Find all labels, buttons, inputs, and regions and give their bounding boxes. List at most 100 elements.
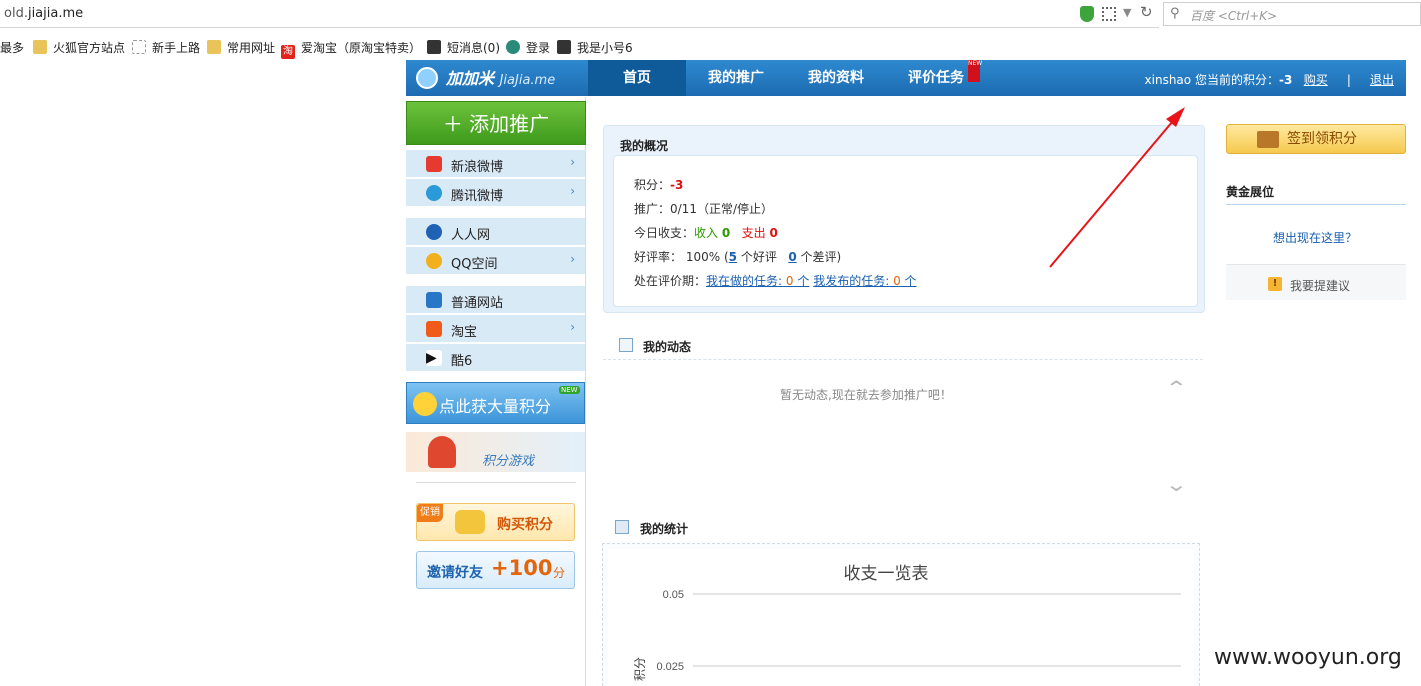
invite-bonus: +100	[491, 556, 553, 580]
shield-icon[interactable]	[1080, 6, 1094, 22]
scroll-up-icon[interactable]: ⌃	[1165, 376, 1188, 400]
bookmarks-bar: 最多 火狐官方站点 新手上路 常用网址 淘爱淘宝（原淘宝特卖） 短消息(0) 登…	[0, 34, 1421, 60]
overview-title: 我的概况	[620, 139, 669, 153]
globe-icon	[506, 40, 520, 54]
income-value: 0	[721, 226, 731, 240]
nav-review-tasks[interactable]: 评价任务	[896, 60, 976, 96]
bookmark-firefox-official[interactable]: 火狐官方站点	[33, 39, 125, 56]
annotation-arrow	[1049, 107, 1185, 268]
want-here-link[interactable]: 想出现在这里？	[1273, 229, 1357, 246]
published-tasks-link[interactable]: 我发布的任务: 0 个	[813, 274, 916, 288]
points-game-label: 积分游戏	[482, 454, 535, 469]
sign-in-points-button[interactable]: 签到领积分	[1226, 124, 1406, 154]
dropdown-icon[interactable]: ▼	[1123, 6, 1131, 19]
invite-friends-button[interactable]: 邀请好友 +100 分	[416, 551, 575, 589]
sign-in-label: 签到领积分	[1287, 131, 1357, 147]
chart-y-tick-label: 0.05	[663, 589, 684, 601]
doing-tasks-link[interactable]: 我在做的任务: 0 个	[706, 274, 809, 288]
logout-link[interactable]: 退出	[1370, 73, 1394, 87]
nav-my-profile[interactable]: 我的资料	[796, 60, 876, 96]
income-label: 收入	[694, 226, 719, 240]
search-input[interactable]: ⚲ 百度 <Ctrl+K>	[1163, 2, 1421, 26]
review-label: 处在评价期：	[634, 274, 707, 288]
points-value: -3	[1278, 73, 1293, 87]
search-placeholder: 百度 <Ctrl+K>	[1190, 9, 1278, 23]
divider	[603, 359, 1203, 360]
website-icon	[426, 292, 442, 308]
buy-points-button[interactable]: 促销 购买积分	[416, 503, 575, 541]
tencent-weibo-icon	[426, 185, 442, 201]
suggest-label: 我要提建议	[1290, 279, 1351, 293]
bookmark-common-sites[interactable]: 常用网址	[207, 39, 275, 56]
sidebar-item-label: 人人网	[451, 228, 491, 243]
warning-icon: !	[1268, 277, 1282, 291]
sidebar-item-label: 普通网站	[451, 296, 504, 311]
rating-value: 100%	[685, 250, 721, 264]
url-text[interactable]: old.jiajia.me	[4, 6, 83, 21]
stats-title: 我的统计	[640, 522, 689, 536]
doing-tasks-count: 0	[785, 274, 794, 288]
sidebar-item-sina-weibo[interactable]: 新浪微博 ›	[406, 150, 585, 178]
chevron-right-icon: ›	[570, 155, 575, 169]
watermark: www.wooyun.org	[1214, 645, 1402, 670]
sidebar-item-ku6[interactable]: ▶ 酷6	[406, 344, 585, 372]
scroll-down-icon[interactable]: ⌄	[1165, 472, 1188, 496]
bookmark-label: 火狐官方站点	[53, 41, 126, 55]
sidebar-item-website[interactable]: 普通网站	[406, 286, 585, 314]
url-prefix: old.	[4, 6, 28, 21]
overview-today-line: 今日收支：收入 0 支出 0	[634, 224, 778, 241]
expense-label: 支出	[741, 226, 766, 240]
sidebar-item-renren[interactable]: 人人网	[406, 218, 585, 246]
published-tasks-count: 0	[893, 274, 901, 288]
site-header: 加加米 JiaJia.me 首页 我的推广 我的资料 评价任务 NEW xins…	[406, 60, 1406, 96]
add-promotion-button[interactable]: ＋ 添加推广	[406, 101, 586, 145]
expense-value: 0	[769, 226, 778, 240]
site-icon	[557, 40, 571, 54]
bookmark-ai-taobao[interactable]: 淘爱淘宝（原淘宝特卖）	[281, 39, 421, 59]
bookmark-most-visited[interactable]: 最多	[0, 39, 24, 56]
username: xinshao	[1144, 73, 1192, 87]
reload-icon[interactable]: ↻	[1140, 3, 1153, 21]
sidebar-item-label: 新浪微博	[451, 160, 504, 175]
bad-count[interactable]: 0	[788, 250, 796, 264]
smiley-logo-icon	[416, 67, 438, 89]
buy-link[interactable]: 购买	[1304, 73, 1328, 87]
good-label: 个好评	[740, 250, 777, 264]
site-logo[interactable]: 加加米 JiaJia.me	[414, 65, 555, 89]
promo-tag: 促销	[417, 504, 443, 522]
overview-rating-line: 好评率： 100% (5 个好评 0 个差评)	[634, 250, 842, 264]
chart-y-tick-label: 0.025	[656, 661, 684, 673]
folder-icon	[207, 40, 221, 54]
bookmark-alt-account[interactable]: 我是小号6	[557, 39, 633, 56]
qr-code-icon[interactable]	[1102, 7, 1116, 21]
sidebar-item-qzone[interactable]: QQ空间 ›	[406, 247, 585, 275]
bookmark-getting-started[interactable]: 新手上路	[132, 39, 200, 56]
separator: |	[1346, 73, 1351, 87]
nav-home[interactable]: 首页	[588, 60, 686, 96]
bookmark-label: 我是小号6	[577, 41, 633, 55]
cartoon-mascot-icon	[428, 436, 456, 468]
doing-tasks-label: 我在做的任务:	[706, 274, 783, 288]
invite-unit: 分	[553, 566, 566, 580]
good-count[interactable]: 5	[729, 250, 737, 264]
overview-review-line: 处在评价期：我在做的任务: 0 个 我发布的任务: 0 个	[634, 272, 917, 289]
today-label: 今日收支：	[634, 226, 695, 240]
nav-my-promotions[interactable]: 我的推广	[696, 60, 776, 96]
site-icon	[427, 40, 441, 54]
ku6-icon: ▶	[426, 350, 442, 366]
taobao-icon: 淘	[281, 45, 295, 59]
sidebar-item-tencent-weibo[interactable]: 腾讯微博 ›	[406, 179, 585, 207]
address-bar[interactable]: old.jiajia.me ▼ ↻	[0, 0, 1159, 28]
bookmark-messages[interactable]: 短消息(0)	[427, 39, 500, 56]
bookmark-label: 登录	[526, 41, 551, 55]
unit-label: 个	[904, 274, 917, 288]
user-info: xinshao 您当前的积分：-3 购买 | 退出	[1145, 71, 1394, 88]
sidebar-item-label: 淘宝	[451, 325, 478, 340]
get-points-banner[interactable]: 点此获大量积分 NEW	[406, 382, 585, 424]
sidebar-item-taobao[interactable]: 淘宝 ›	[406, 315, 585, 343]
activity-empty-text: 暂无动态,现在就去参加推广吧！	[780, 388, 952, 402]
suggest-box[interactable]: ! 我要提建议	[1226, 264, 1406, 300]
rating-label: 好评率：	[634, 250, 683, 264]
points-game-banner[interactable]: 积分游戏	[406, 432, 585, 472]
bookmark-login[interactable]: 登录	[506, 39, 550, 56]
